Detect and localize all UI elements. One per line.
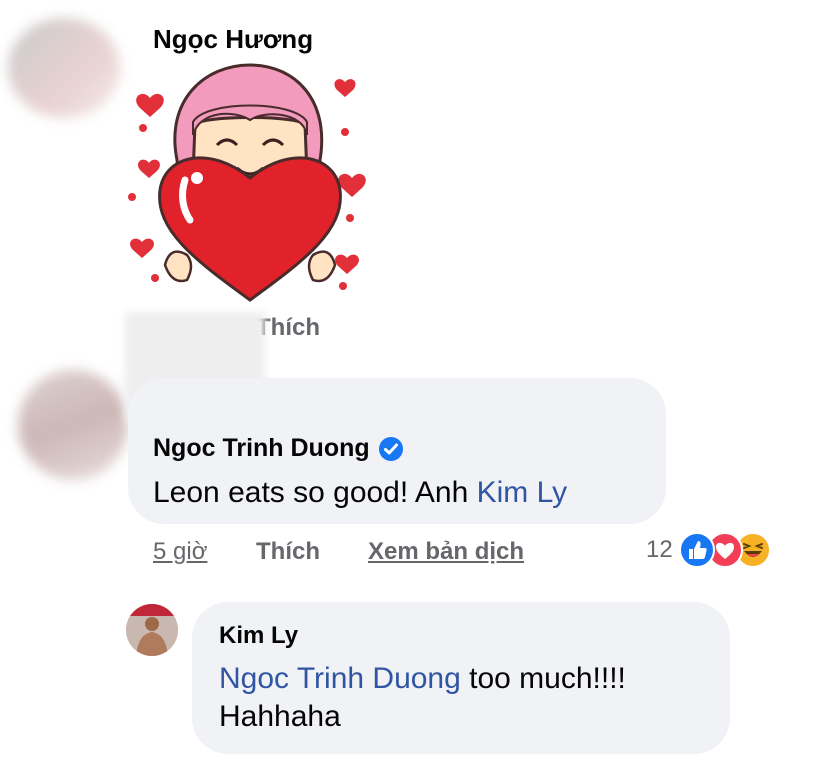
- avatar[interactable]: [18, 370, 128, 480]
- reaction-summary[interactable]: 12: [646, 532, 771, 568]
- avatar[interactable]: [8, 18, 120, 118]
- comment-like-link[interactable]: Thích: [256, 538, 320, 566]
- comment-text-line: Hahhaha: [219, 700, 341, 733]
- comment-time[interactable]: 5 giờ: [153, 538, 207, 566]
- comment-text: Ngoc Trinh Duong too much!!!! Hahhaha: [219, 660, 626, 736]
- comment-author[interactable]: Kim Ly: [219, 622, 298, 650]
- time-text: 5 giờ: [153, 538, 208, 565]
- comment-author-name: Ngoc Trinh Duong: [153, 434, 370, 462]
- comment-author[interactable]: Ngoc Trinh Duong: [153, 434, 404, 463]
- comment-text-plain: too much!!!!: [460, 662, 626, 695]
- like-reaction-icon: [678, 532, 715, 568]
- verified-badge-icon: [378, 436, 404, 462]
- mention-link[interactable]: Kim Ly: [477, 476, 568, 509]
- comment-author[interactable]: Ngọc Hương: [153, 24, 313, 55]
- translate-link[interactable]: Xem bản dịch: [368, 538, 524, 566]
- comment-text: Leon eats so good! Anh Kim Ly: [153, 476, 567, 510]
- reaction-count: 12: [646, 536, 673, 563]
- comment-like-link[interactable]: Thích: [256, 314, 320, 342]
- avatar[interactable]: [126, 604, 178, 656]
- mention-link[interactable]: Ngoc Trinh Duong: [219, 662, 461, 695]
- heart-hug-girl-sticker: [125, 60, 375, 305]
- comment-text-plain: Leon eats so good! Anh: [153, 476, 469, 509]
